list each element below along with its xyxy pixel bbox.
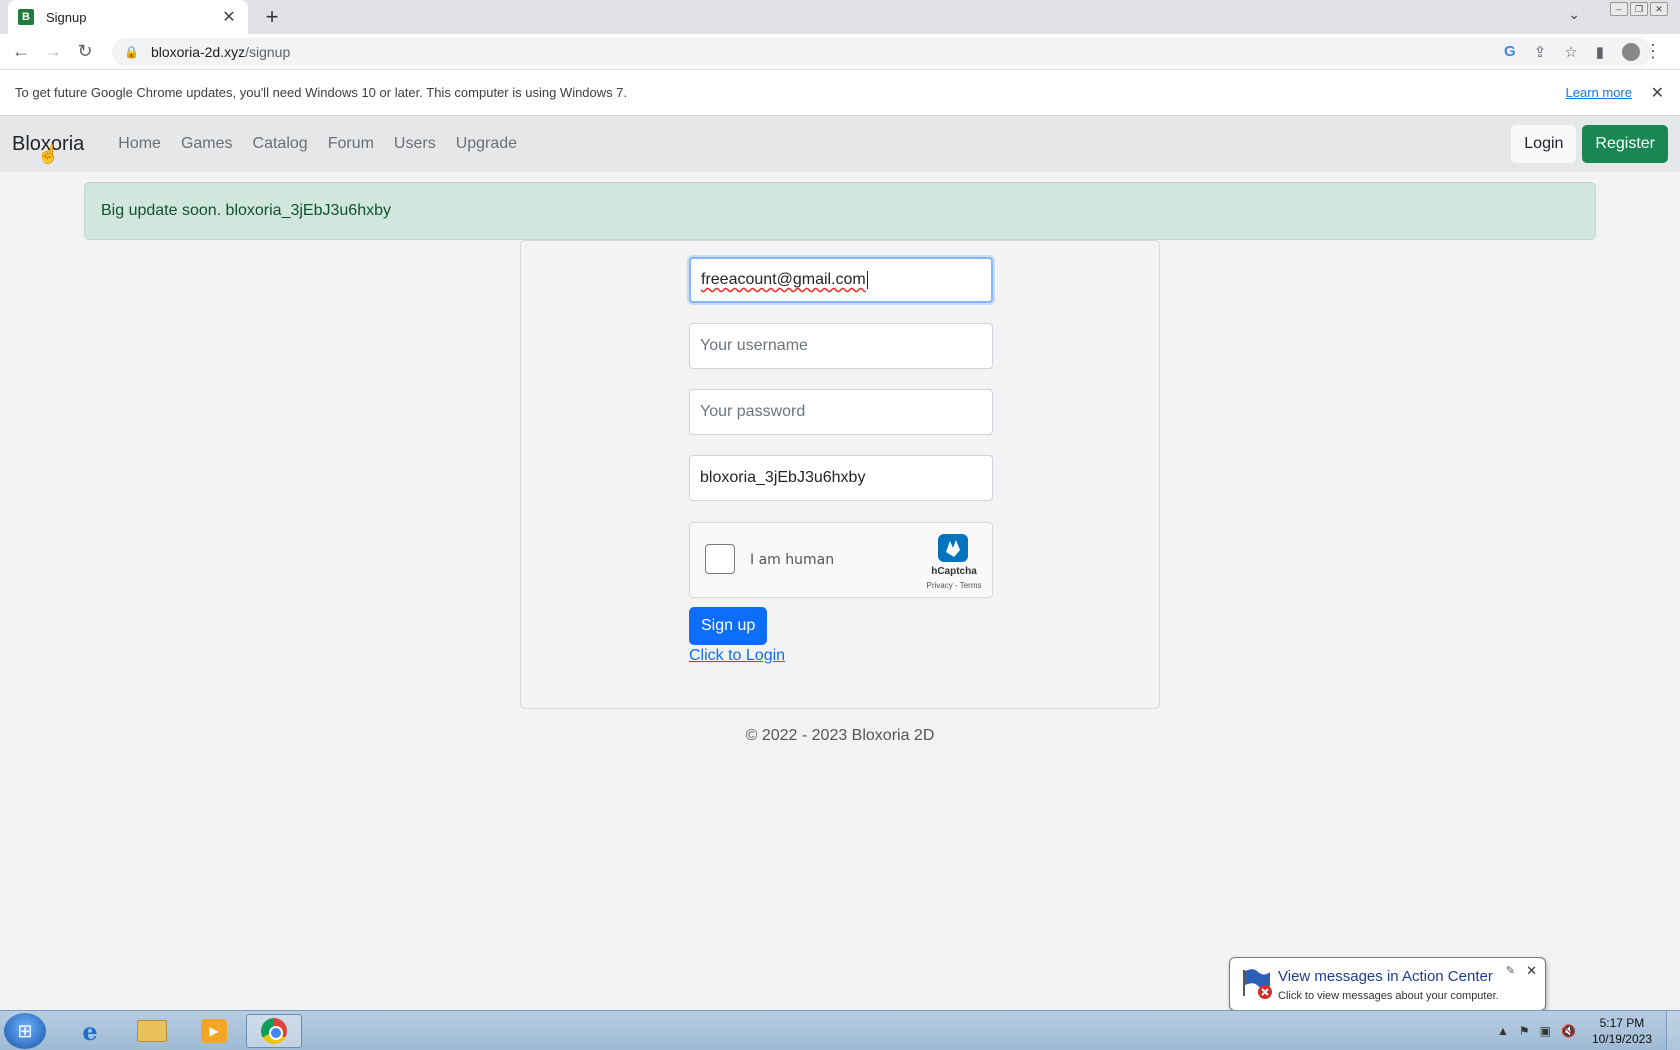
system-tray: ▲ ⚑ ▣ 🔇 5:17 PM 10/19/2023 — [1497, 1011, 1680, 1050]
taskbar-file-explorer[interactable] — [124, 1014, 180, 1048]
tab-title: Signup — [46, 9, 87, 25]
nav-links: Home Games Catalog Forum Users Upgrade — [108, 135, 527, 153]
windows-taskbar: ⊞ e ▶ ▲ ⚑ ▣ 🔇 5:17 PM 10/19/2023 — [0, 1010, 1680, 1050]
profile-avatar-icon[interactable] — [1622, 42, 1640, 61]
browser-tab[interactable]: B Signup ✕ — [8, 0, 248, 34]
new-tab-icon[interactable]: + — [260, 4, 284, 30]
captcha-checkbox[interactable] — [705, 544, 735, 574]
back-icon[interactable]: ← — [10, 41, 32, 62]
text-caret — [866, 271, 868, 289]
restore-icon[interactable]: ❐ — [1630, 2, 1648, 16]
nav-catalog[interactable]: Catalog — [243, 135, 318, 153]
nav-home[interactable]: Home — [108, 135, 171, 153]
register-button[interactable]: Register — [1582, 125, 1668, 163]
folder-icon — [137, 1020, 167, 1042]
share-icon[interactable]: ⇪ — [1534, 43, 1547, 61]
tab-close-icon[interactable]: ✕ — [220, 7, 238, 27]
action-center-tray-icon[interactable]: ⚑ — [1519, 1024, 1530, 1038]
page-footer: © 2022 - 2023 Bloxoria 2D — [745, 727, 935, 744]
login-button[interactable]: Login — [1511, 125, 1577, 163]
infobar-message: To get future Google Chrome updates, you… — [15, 85, 628, 100]
mouse-pointer-icon: ☝ — [37, 144, 60, 164]
reload-icon[interactable]: ↻ — [74, 41, 96, 62]
browser-toolbar: ← → ↻ 🔒 bloxoria-2d.xyz/signup G ⇪ ☆ ▮ ⋮ — [0, 34, 1680, 70]
lock-icon[interactable]: 🔒 — [124, 45, 139, 59]
infobar-close-icon[interactable]: ✕ — [1651, 83, 1664, 103]
captcha-label: I am human — [750, 552, 835, 568]
chrome-menu-icon[interactable]: ⋮ — [1644, 41, 1662, 62]
nav-forum[interactable]: Forum — [318, 135, 384, 153]
learn-more-link[interactable]: Learn more — [1566, 85, 1632, 100]
bookmark-star-icon[interactable]: ☆ — [1564, 43, 1577, 61]
taskbar-chrome[interactable] — [246, 1014, 302, 1048]
google-lens-icon[interactable]: G — [1504, 43, 1516, 60]
hcaptcha-logo-icon — [938, 534, 968, 562]
volume-muted-icon[interactable]: 🔇 — [1561, 1024, 1576, 1038]
site-navbar: Bloxoria Home Games Catalog Forum Users … — [0, 116, 1680, 172]
window-controls: – ❐ ✕ — [1610, 2, 1668, 16]
url-text[interactable]: bloxoria-2d.xyz/signup — [151, 44, 1504, 60]
signup-card: freeacount@gmail.com Your username Your … — [520, 240, 1160, 709]
forward-icon[interactable]: → — [42, 41, 64, 62]
login-link[interactable]: Click to Login — [689, 647, 785, 665]
network-icon[interactable]: ▣ — [1540, 1024, 1551, 1038]
minimize-icon[interactable]: – — [1610, 2, 1628, 16]
taskbar-internet-explorer[interactable]: e — [62, 1014, 118, 1048]
nav-users[interactable]: Users — [384, 135, 446, 153]
nav-upgrade[interactable]: Upgrade — [446, 135, 527, 153]
notification-close-icon[interactable]: ✕ — [1526, 963, 1537, 979]
signup-button[interactable]: Sign up — [689, 607, 768, 645]
captcha-brand: hCaptcha — [931, 566, 977, 577]
clock-time: 5:17 PM — [1599, 1016, 1645, 1030]
omnibox-actions: G ⇪ ☆ ▮ — [1504, 42, 1640, 61]
username-field[interactable]: Your username — [689, 323, 993, 369]
taskbar-media-player[interactable]: ▶ — [186, 1014, 242, 1048]
clock[interactable]: 5:17 PM 10/19/2023 — [1592, 1015, 1652, 1047]
side-panel-icon[interactable]: ▮ — [1596, 43, 1604, 61]
window-close-icon[interactable]: ✕ — [1650, 2, 1668, 16]
notification-title: View messages in Action Center — [1278, 968, 1493, 985]
action-center-notification[interactable]: View messages in Action Center Click to … — [1229, 957, 1546, 1021]
start-button[interactable]: ⊞ — [4, 1013, 46, 1049]
tab-strip: B Signup ✕ + ⌄ – ❐ ✕ — [0, 0, 1680, 34]
announcement-alert: Big update soon. bloxoria_3jEbJ3u6hxby — [84, 182, 1596, 240]
windows-logo-icon: ⊞ — [17, 1021, 33, 1041]
action-center-flag-icon — [1243, 969, 1272, 999]
captcha-terms[interactable]: Privacy - Terms — [923, 581, 985, 590]
password-placeholder: Your password — [700, 403, 806, 420]
site-favicon-icon: B — [18, 9, 34, 25]
invite-key-field[interactable]: bloxoria_3jEbJ3u6hxby — [689, 455, 993, 501]
tab-search-icon[interactable]: ⌄ — [1568, 6, 1580, 23]
email-value: freeacount@gmail.com — [701, 271, 866, 288]
address-bar[interactable]: 🔒 bloxoria-2d.xyz/signup G ⇪ ☆ ▮ — [112, 37, 1652, 66]
update-infobar: To get future Google Chrome updates, you… — [0, 70, 1680, 116]
alert-text: Big update soon. bloxoria_3jEbJ3u6hxby — [101, 202, 391, 219]
internet-explorer-icon: e — [82, 1016, 98, 1046]
nav-games[interactable]: Games — [171, 135, 243, 153]
email-field[interactable]: freeacount@gmail.com — [689, 257, 993, 303]
invite-key-value: bloxoria_3jEbJ3u6hxby — [700, 469, 866, 486]
show-desktop-button[interactable] — [1666, 1011, 1680, 1050]
clock-date: 10/19/2023 — [1591, 1032, 1652, 1046]
username-placeholder: Your username — [700, 337, 808, 354]
chrome-icon — [261, 1018, 287, 1044]
show-hidden-icons-icon[interactable]: ▲ — [1497, 1024, 1509, 1038]
password-field[interactable]: Your password — [689, 389, 993, 435]
hcaptcha-widget: I am human hCaptcha Privacy - Terms — [689, 522, 993, 598]
auth-buttons: Login Register — [1511, 125, 1668, 163]
notification-pin-icon[interactable]: ✎ — [1506, 964, 1515, 977]
notification-subtitle: Click to view messages about your comput… — [1278, 990, 1499, 1002]
media-player-icon: ▶ — [201, 1019, 227, 1043]
